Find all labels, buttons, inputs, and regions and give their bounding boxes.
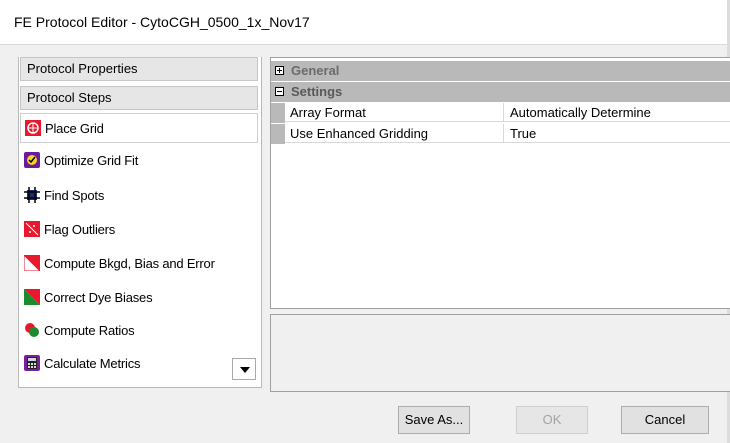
step-label: Optimize Grid Fit bbox=[44, 152, 139, 168]
optimize-grid-fit-icon bbox=[24, 152, 40, 168]
step-optimize-grid-fit[interactable]: Optimize Grid Fit bbox=[20, 145, 258, 175]
step-label: Find Spots bbox=[44, 187, 105, 203]
protocol-properties-header[interactable]: Protocol Properties bbox=[20, 57, 258, 81]
title-bar: FE Protocol Editor - CytoCGH_0500_1x_Nov… bbox=[0, 0, 730, 45]
expand-icon[interactable] bbox=[275, 66, 284, 75]
correct-dye-biases-icon bbox=[24, 289, 40, 305]
step-label: Compute Ratios bbox=[44, 322, 135, 338]
property-name: Array Format bbox=[285, 103, 504, 122]
step-calculate-metrics[interactable]: Calculate Metrics bbox=[20, 348, 258, 378]
step-compute-bkgd[interactable]: Compute Bkgd, Bias and Error bbox=[20, 248, 258, 278]
property-grid: General Settings Array Format Automatica… bbox=[270, 57, 730, 309]
category-settings[interactable]: Settings bbox=[271, 82, 730, 102]
step-flag-outliers[interactable]: Flag Outliers bbox=[20, 214, 258, 244]
collapse-icon[interactable] bbox=[275, 87, 284, 96]
step-compute-ratios[interactable]: Compute Ratios bbox=[20, 315, 258, 345]
category-label: General bbox=[291, 63, 340, 78]
step-find-spots[interactable]: Find Spots bbox=[20, 180, 258, 210]
property-description-pane bbox=[270, 314, 730, 392]
window-title: FE Protocol Editor - CytoCGH_0500_1x_Nov… bbox=[14, 14, 310, 30]
property-row-enhanced-gridding[interactable]: Use Enhanced Gridding True bbox=[271, 124, 730, 144]
step-label: Place Grid bbox=[45, 120, 104, 136]
category-label: Settings bbox=[291, 84, 343, 99]
step-label: Compute Bkgd, Bias and Error bbox=[44, 255, 215, 271]
property-name: Use Enhanced Gridding bbox=[285, 124, 504, 143]
place-grid-icon bbox=[25, 120, 41, 136]
steps-scroll-down-button[interactable] bbox=[232, 358, 256, 380]
step-correct-dye-biases[interactable]: Correct Dye Biases bbox=[20, 282, 258, 312]
find-spots-icon bbox=[24, 187, 40, 203]
category-general[interactable]: General bbox=[271, 61, 730, 81]
save-as-button[interactable]: Save As... bbox=[398, 406, 470, 434]
property-value[interactable]: Automatically Determine bbox=[504, 103, 730, 122]
compute-bkgd-icon bbox=[23, 253, 42, 272]
step-label: Correct Dye Biases bbox=[44, 289, 153, 305]
row-gutter bbox=[271, 124, 285, 144]
cancel-button[interactable]: Cancel bbox=[621, 406, 709, 434]
property-row-array-format[interactable]: Array Format Automatically Determine bbox=[271, 103, 730, 123]
step-label: Flag Outliers bbox=[44, 221, 116, 237]
property-value[interactable]: True bbox=[504, 124, 730, 143]
compute-ratios-icon bbox=[24, 322, 40, 338]
calculate-metrics-icon bbox=[24, 355, 40, 371]
protocol-steps-header[interactable]: Protocol Steps bbox=[20, 86, 258, 110]
step-label: Calculate Metrics bbox=[44, 355, 141, 371]
flag-outliers-icon bbox=[24, 221, 40, 237]
step-place-grid[interactable]: Place Grid bbox=[20, 113, 258, 143]
ok-button[interactable]: OK bbox=[516, 406, 588, 434]
row-gutter bbox=[271, 103, 285, 123]
